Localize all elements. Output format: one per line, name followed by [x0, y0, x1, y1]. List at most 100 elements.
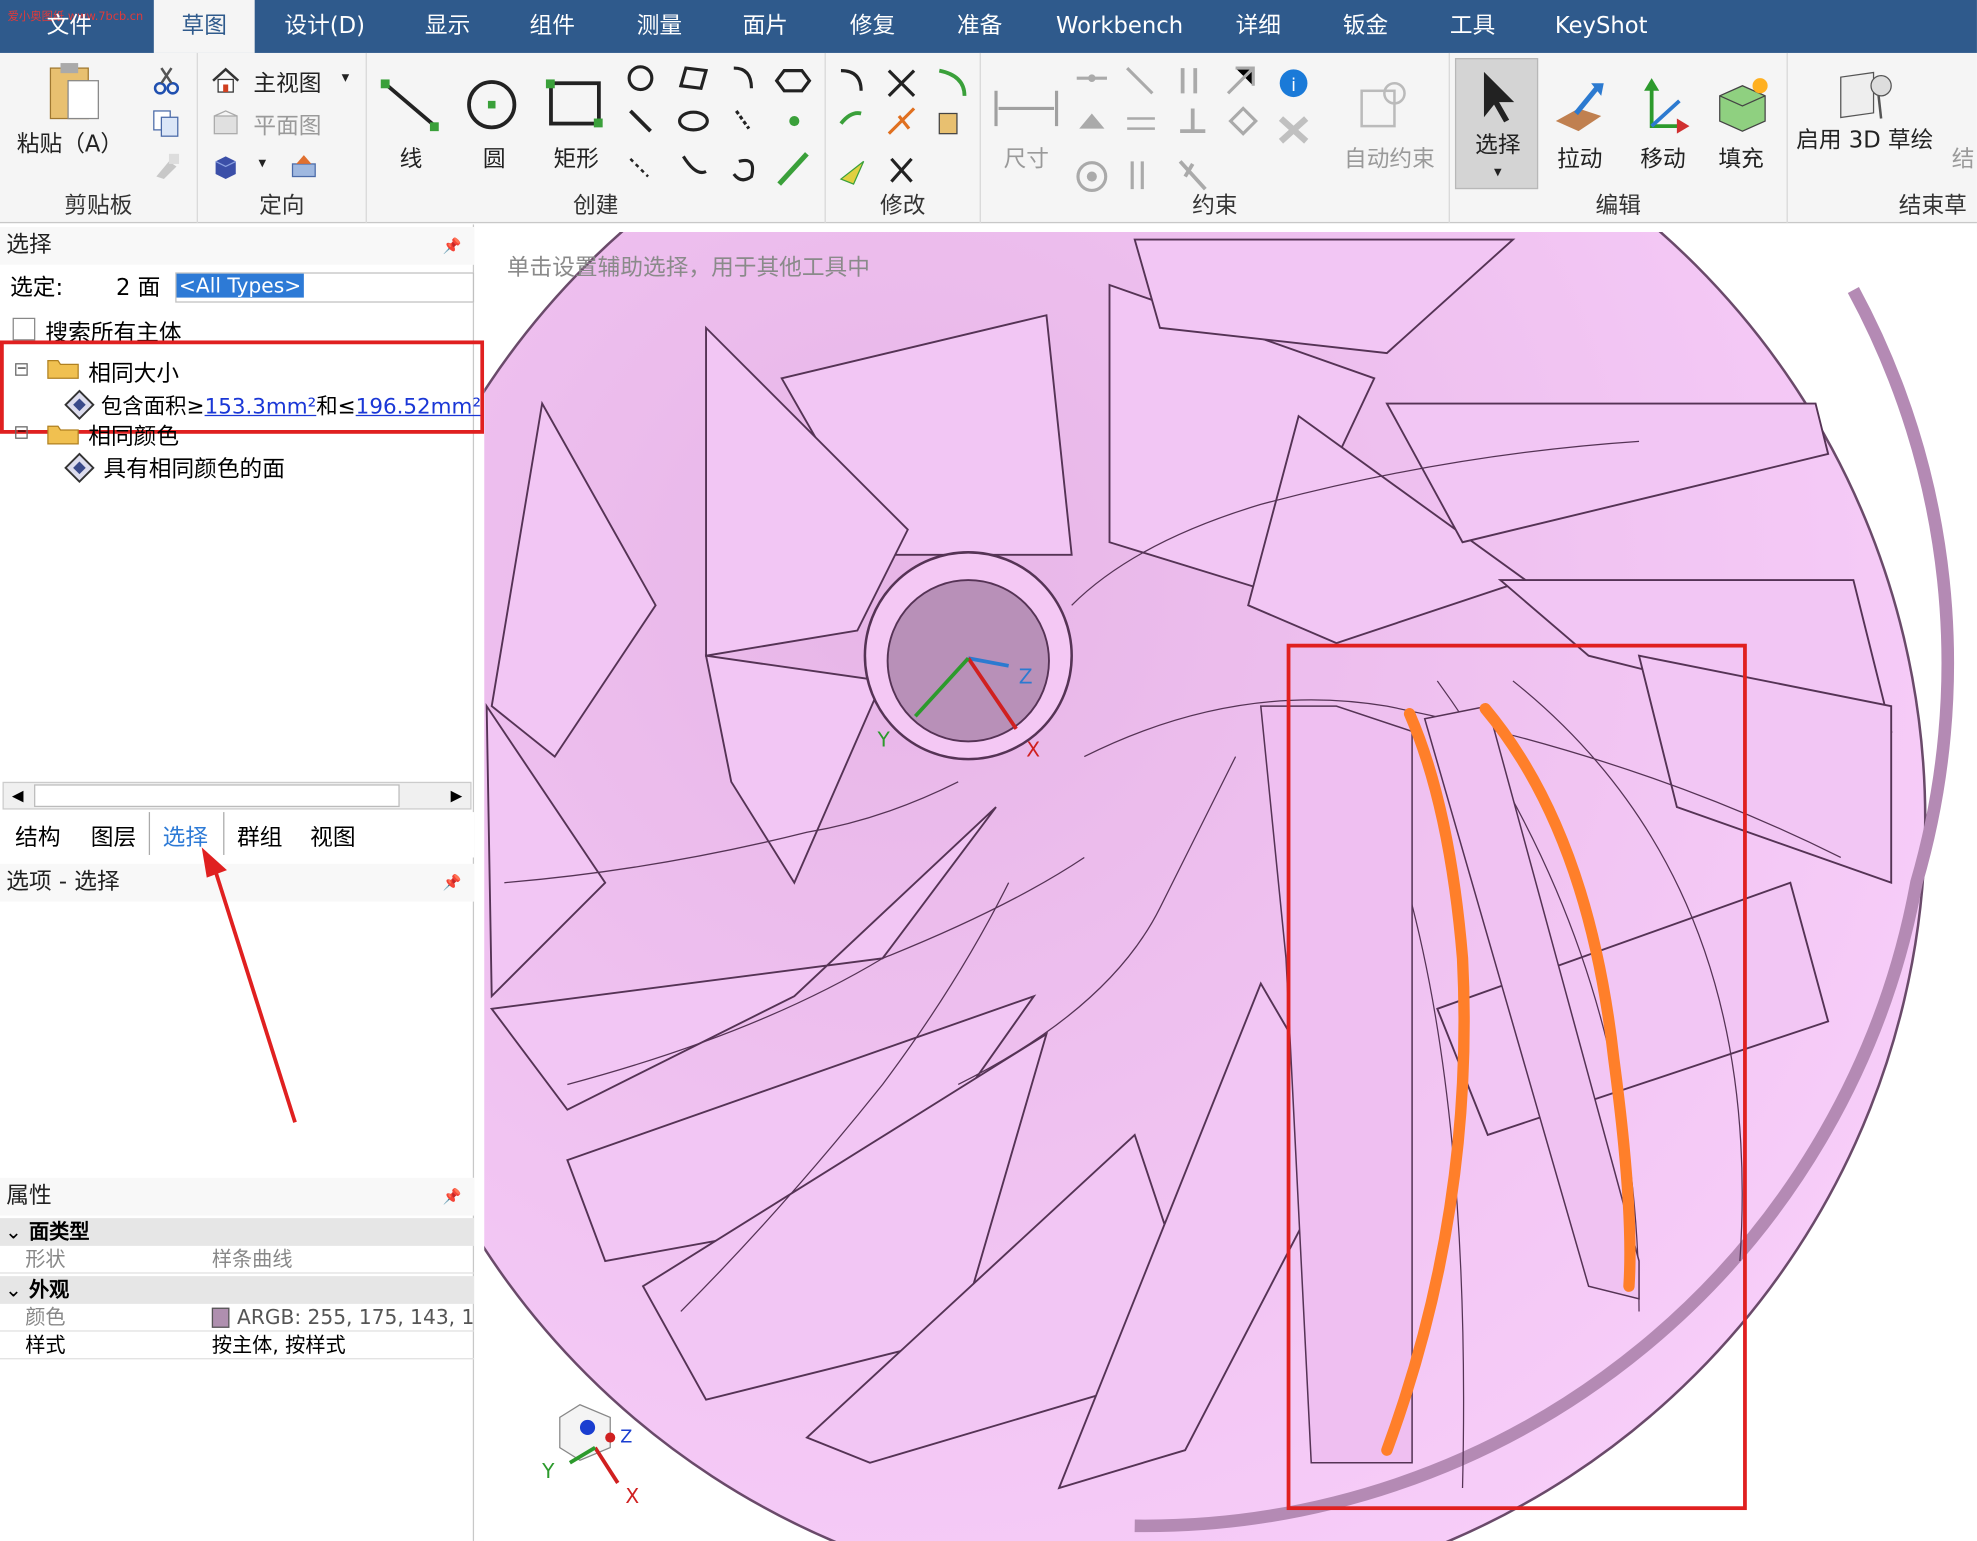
tab-facets[interactable]: 面片 [721, 0, 809, 53]
prop-group-appearance-label: 外观 [28, 1277, 70, 1302]
tree-folder-same-color[interactable]: 相同颜色 [88, 419, 179, 452]
callout-box-tree [0, 340, 485, 434]
select-dropdown-icon[interactable]: ▾ [1456, 163, 1539, 181]
scroll-left-icon[interactable]: ◀ [4, 783, 32, 808]
tab-display[interactable]: 显示 [403, 0, 491, 53]
cube-icon[interactable] [211, 151, 241, 181]
viewport-hint: 单击设置辅助选择，用于其他工具中 [506, 254, 870, 282]
tab-repair[interactable]: 修复 [828, 0, 916, 53]
pull-button[interactable]: 拉动 [1553, 141, 1606, 174]
ribbon: 粘贴（A） 剪贴板 主视图 ▾ 平面图 ▾ 定向 线 圆 矩形 创建 修改 尺寸… [0, 52, 1977, 224]
group-modify: 修改 [826, 52, 981, 224]
enable-3d-sketch-button[interactable]: 启用 3D 草绘 [1795, 128, 1934, 154]
selected-label: 选定: [10, 274, 64, 302]
paste-button[interactable]: 粘贴（A） [10, 126, 130, 159]
main-view-button[interactable]: 主视图 [253, 66, 321, 99]
tab-views[interactable]: 视图 [310, 820, 355, 853]
scroll-thumb[interactable] [34, 784, 400, 808]
main-view-dropdown-icon[interactable]: ▾ [342, 68, 350, 86]
prop-key-style: 样式 [25, 1332, 66, 1357]
color-swatch [211, 1307, 230, 1328]
cube-axis-z: Z [620, 1428, 632, 1448]
modify-tools-icons[interactable] [833, 63, 974, 195]
dimension-icon[interactable] [991, 86, 1062, 131]
horizontal-scrollbar[interactable]: ◀ ▶ [2, 781, 472, 810]
tab-structure[interactable]: 结构 [15, 820, 60, 853]
fill-button[interactable]: 填充 [1715, 141, 1768, 174]
constraint-tools-icons[interactable]: i [1072, 63, 1324, 195]
cube-dropdown-icon[interactable]: ▾ [258, 154, 266, 172]
properties-title: 属性 [6, 1182, 52, 1210]
prop-val-color: ARGB: 255, 175, 143, 17 [237, 1305, 475, 1330]
plan-view-button[interactable]: 平面图 [253, 108, 321, 141]
end-sketch-partial[interactable]: 结 [1952, 141, 1975, 174]
line-icon[interactable] [380, 76, 443, 137]
prop-group-face-type[interactable]: ⌄ 面类型 [0, 1218, 475, 1246]
type-filter-field[interactable]: <All Types> [175, 272, 475, 303]
callout-arrow [201, 847, 297, 1123]
folder-icon-2 [47, 425, 79, 445]
prop-row-style[interactable]: 样式 按主体, 按样式 [0, 1332, 475, 1360]
properties-header: 属性 📌 [0, 1177, 475, 1216]
search-all-checkbox[interactable] [12, 317, 36, 341]
orient-icon[interactable] [289, 151, 319, 181]
select-button[interactable]: 选择 [1456, 127, 1539, 160]
tab-design[interactable]: 设计(D) [271, 0, 378, 53]
impeller-model[interactable]: Z X Y [484, 232, 1977, 1541]
format-painter-icon[interactable] [151, 151, 181, 181]
left-pane: 选择 📌 选定: 2 面 <All Types> 搜索所有主体 − 相同大小 包… [0, 224, 485, 1541]
move-icon[interactable] [1634, 76, 1692, 137]
circle-icon[interactable] [463, 76, 521, 134]
tab-sheetmetal[interactable]: 钣金 [1321, 0, 1409, 53]
pull-icon[interactable] [1551, 78, 1609, 136]
tab-measure[interactable]: 测量 [615, 0, 703, 53]
copy-icon[interactable] [151, 108, 181, 138]
tab-tools[interactable]: 工具 [1428, 0, 1516, 53]
cube-axis-y: Y [541, 1459, 555, 1483]
tree-item-same-color[interactable]: 具有相同颜色的面 [103, 451, 285, 484]
pin-icon-2[interactable]: 📌 [443, 864, 462, 902]
rectangle-button[interactable]: 矩形 [551, 141, 601, 174]
plan-view-icon[interactable] [211, 108, 241, 138]
type-filter-value: <All Types> [176, 273, 304, 298]
home-icon[interactable] [211, 66, 241, 96]
scroll-right-icon[interactable]: ▶ [443, 783, 471, 808]
pin-icon-3[interactable]: 📌 [443, 1178, 462, 1216]
tab-assembly[interactable]: 组件 [508, 0, 596, 53]
prop-group-appearance[interactable]: ⌄ 外观 [0, 1276, 475, 1304]
sketch3d-icon[interactable] [1833, 68, 1896, 126]
tab-keyshot[interactable]: KeyShot [1544, 0, 1657, 53]
tree-collapse-icon-2[interactable]: − [15, 426, 28, 439]
cut-icon[interactable] [151, 66, 181, 96]
pin-icon[interactable]: 📌 [443, 227, 462, 265]
circle-button[interactable]: 圆 [475, 141, 513, 174]
group-label-clipboard: 剪贴板 [64, 192, 133, 220]
orientation-cube-icon[interactable]: X Y Z [522, 1392, 661, 1506]
prop-val-style: 按主体, 按样式 [211, 1332, 346, 1357]
prop-row-color[interactable]: 颜色 ARGB: 255, 175, 143, 17 [0, 1304, 475, 1332]
tab-layers[interactable]: 图层 [91, 820, 136, 853]
group-label-modify: 修改 [880, 192, 926, 220]
move-button[interactable]: 移动 [1637, 141, 1690, 174]
rectangle-icon[interactable] [543, 76, 606, 134]
tab-workbench[interactable]: Workbench [1050, 0, 1189, 53]
auto-constraint-button[interactable]: 自动约束 [1339, 141, 1440, 174]
dimension-button[interactable]: 尺寸 [999, 141, 1054, 174]
prop-row-shape: 形状 样条曲线 [0, 1246, 475, 1274]
auto-constraint-icon[interactable] [1354, 78, 1409, 133]
paste-icon[interactable] [45, 61, 103, 124]
tab-detail[interactable]: 详细 [1214, 0, 1302, 53]
tab-sketch[interactable]: 草图 [153, 0, 255, 53]
group-constraint: 尺寸 i 自动约束 约束 [981, 52, 1450, 224]
select-button-bg[interactable]: 选择 ▾ [1454, 58, 1539, 190]
tab-prepare[interactable]: 准备 [936, 0, 1024, 53]
line-button[interactable]: 线 [392, 141, 430, 174]
selected-count: 2 面 [115, 274, 161, 302]
svg-text:i: i [1291, 76, 1296, 96]
group-label-edit: 编辑 [1595, 192, 1641, 220]
graphics-viewport[interactable]: Z X Y 单击设置辅助选择，用于其他工具中 X Y Z [484, 232, 1977, 1541]
prop-val-shape: 样条曲线 [211, 1247, 293, 1272]
create-tools-icons[interactable] [625, 63, 814, 195]
fill-icon[interactable] [1712, 73, 1773, 136]
tab-file[interactable]: 文件 [25, 0, 113, 53]
